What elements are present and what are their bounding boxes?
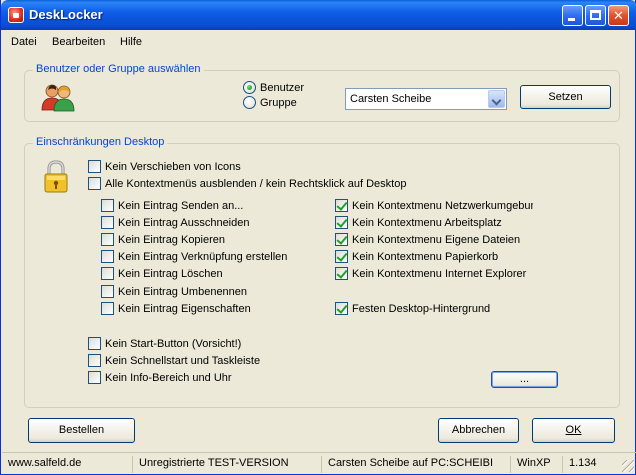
close-button[interactable]: ✕ <box>608 5 629 26</box>
status-bar: www.salfeld.de Unregistrierte TEST-VERSI… <box>2 452 636 474</box>
checkbox[interactable] <box>101 233 114 246</box>
checkbox[interactable] <box>101 199 114 212</box>
option-kein-verschieben-icons[interactable]: Kein Verschieben von Icons <box>88 160 241 173</box>
abbrechen-label: Abbrechen <box>451 424 506 436</box>
checkbox-checked[interactable] <box>335 302 348 315</box>
checkbox[interactable] <box>101 216 114 229</box>
checkbox-checked[interactable] <box>335 233 348 246</box>
users-icon <box>41 84 75 112</box>
option-eigenschaften[interactable]: Kein Eintrag Eigenschaften <box>101 302 251 315</box>
option-kontextmenu-internet-explorer[interactable]: Kein Kontextmenu Internet Explorer <box>335 267 526 280</box>
status-os: WinXP <box>514 456 563 473</box>
app-lock-icon[interactable] <box>8 7 24 23</box>
desktop-restrictions-legend: Einschränkungen Desktop <box>33 136 168 148</box>
checkbox-checked[interactable] <box>335 216 348 229</box>
user-combobox[interactable]: Carsten Scheibe <box>345 88 507 110</box>
option-kein-schnellstart-taskleiste[interactable]: Kein Schnellstart und Taskleiste <box>88 354 260 367</box>
more-options-button[interactable]: ... <box>491 371 558 388</box>
setzen-button[interactable]: Setzen <box>520 85 611 109</box>
option-verknuepfung-erstellen[interactable]: Kein Eintrag Verknüpfung erstellen <box>101 250 287 263</box>
option-kopieren[interactable]: Kein Eintrag Kopieren <box>101 233 225 246</box>
status-license: Unregistrierte TEST-VERSION <box>136 456 322 473</box>
ok-button[interactable]: OK <box>532 418 615 443</box>
option-kein-start-button[interactable]: Kein Start-Button (Vorsicht!) <box>88 337 241 350</box>
chevron-down-icon[interactable] <box>488 90 505 108</box>
ok-label: OK <box>565 424 582 436</box>
radio-gruppe-dot[interactable] <box>243 96 256 109</box>
padlock-icon <box>44 160 68 193</box>
menu-datei[interactable]: Datei <box>11 36 37 48</box>
radio-benutzer[interactable]: Benutzer <box>243 81 304 94</box>
option-kontextmenu-eigene-dateien[interactable]: Kein Kontextmenu Eigene Dateien <box>335 233 520 246</box>
radio-benutzer-dot[interactable] <box>243 81 256 94</box>
option-ausschneiden[interactable]: Kein Eintrag Ausschneiden <box>101 216 249 229</box>
radio-gruppe[interactable]: Gruppe <box>243 96 297 109</box>
menu-hilfe[interactable]: Hilfe <box>120 36 142 48</box>
title-bar[interactable]: DeskLocker ✕ <box>1 0 636 30</box>
status-user-pc: Carsten Scheibe auf PC:SCHEIBI <box>325 456 511 473</box>
abbrechen-button[interactable]: Abbrechen <box>438 418 519 443</box>
user-group-legend: Benutzer oder Gruppe auswählen <box>33 63 204 75</box>
close-icon: ✕ <box>613 8 624 23</box>
checkbox[interactable] <box>88 160 101 173</box>
status-version: 1.134 <box>569 457 597 469</box>
desklocker-window: DeskLocker ✕ Datei Bearbeiten Hilfe Benu… <box>0 0 636 475</box>
option-kein-info-bereich-uhr[interactable]: Kein Info-Bereich und Uhr <box>88 371 232 384</box>
bestellen-button[interactable]: Bestellen <box>28 418 135 443</box>
menu-bearbeiten[interactable]: Bearbeiten <box>52 36 105 48</box>
minimize-icon <box>568 18 575 21</box>
checkbox[interactable] <box>101 285 114 298</box>
minimize-button[interactable] <box>562 5 583 26</box>
checkbox-checked[interactable] <box>335 250 348 263</box>
radio-benutzer-label: Benutzer <box>260 81 305 94</box>
checkbox[interactable] <box>101 267 114 280</box>
option-senden-an[interactable]: Kein Eintrag Senden an... <box>101 199 243 212</box>
option-festen-desktop-hintergrund[interactable]: Festen Desktop-Hintergrund <box>335 302 490 315</box>
option-kontextmenu-arbeitsplatz[interactable]: Kein Kontextmenu Arbeitsplatz <box>335 216 502 229</box>
checkbox[interactable] <box>101 302 114 315</box>
radio-gruppe-label: Gruppe <box>260 96 297 109</box>
option-kontextmenu-papierkorb[interactable]: Kein Kontextmenu Papierkorb <box>335 250 498 263</box>
checkbox[interactable] <box>88 371 101 384</box>
maximize-icon <box>590 10 601 20</box>
resize-grip-icon[interactable] <box>622 460 634 472</box>
maximize-button[interactable] <box>585 5 606 26</box>
menu-bar: Datei Bearbeiten Hilfe <box>2 32 636 52</box>
option-alle-kontextmenues-ausblenden[interactable]: Alle Kontextmenüs ausblenden / kein Rech… <box>88 177 406 190</box>
user-combobox-value: Carsten Scheibe <box>350 93 432 105</box>
checkbox[interactable] <box>101 250 114 263</box>
option-umbenennen[interactable]: Kein Eintrag Umbenennen <box>101 285 247 298</box>
option-kontextmenu-netzwerkumgebung[interactable]: Kein Kontextmenu Netzwerkumgebung <box>335 199 533 212</box>
window-title: DeskLocker <box>29 7 103 22</box>
checkbox-checked[interactable] <box>335 199 348 212</box>
checkbox-checked[interactable] <box>335 267 348 280</box>
checkbox[interactable] <box>88 337 101 350</box>
checkbox[interactable] <box>88 354 101 367</box>
checkbox[interactable] <box>88 177 101 190</box>
option-loeschen[interactable]: Kein Eintrag Löschen <box>101 267 223 280</box>
status-website: www.salfeld.de <box>5 456 133 473</box>
